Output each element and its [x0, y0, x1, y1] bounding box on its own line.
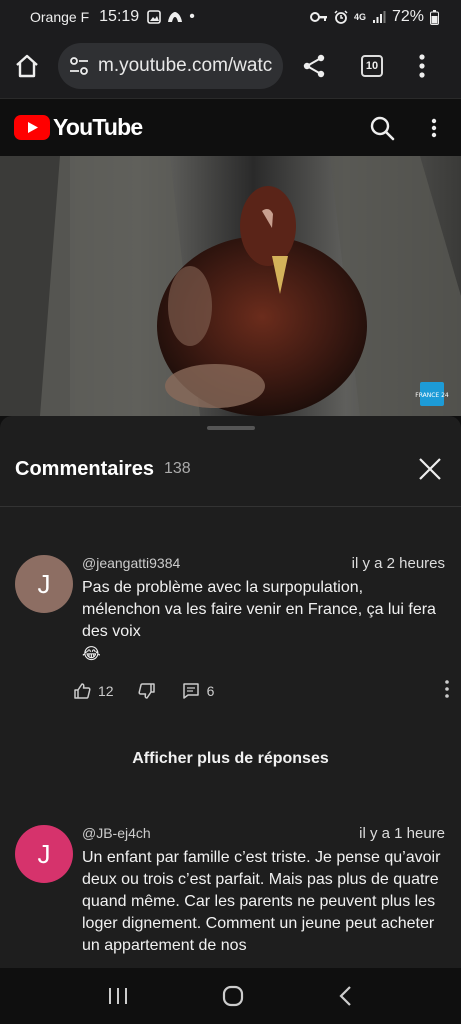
address-bar[interactable]: m.youtube.com/watc [58, 43, 283, 89]
comment-item: J @JB-ej4ch il y a 1 heure Un enfant par… [15, 825, 445, 968]
comment-meta: @jeangatti9384 il y a 2 heures [82, 555, 445, 572]
comment-time: il y a 1 heure [359, 825, 445, 842]
battery-percent: 72% [391, 8, 424, 25]
clock: 15:19 [99, 8, 140, 25]
comment-author[interactable]: @JB-ej4ch [82, 825, 151, 842]
browser-menu-button[interactable] [419, 54, 425, 78]
dislike-button[interactable] [138, 682, 156, 700]
comment-meta: @JB-ej4ch il y a 1 heure [82, 825, 445, 842]
recent-apps-button[interactable] [107, 986, 129, 1006]
dot-icon: • [189, 8, 195, 25]
close-comments-button[interactable] [415, 454, 445, 484]
alarm-icon [334, 10, 348, 24]
system-navigation-bar [0, 968, 461, 1024]
youtube-play-icon [14, 115, 50, 140]
share-icon [303, 54, 325, 78]
key-icon [309, 12, 327, 22]
youtube-logo[interactable]: YouTube [14, 114, 143, 141]
thumbs-up-icon [74, 682, 91, 699]
avatar-letter: J [37, 838, 51, 869]
comment-body: Un enfant par famille c’est triste. Je p… [82, 849, 441, 954]
more-vertical-icon [431, 118, 437, 137]
comments-title: Commentaires [15, 457, 154, 480]
comments-count: 138 [163, 460, 191, 477]
status-bar: Orange F 15:19 • 4G 72% [0, 0, 461, 34]
share-button[interactable] [301, 53, 327, 79]
comment-time: il y a 2 heures [351, 555, 445, 572]
comment-actions: 12 6 [73, 680, 461, 701]
avatar[interactable]: J [15, 555, 73, 613]
back-icon [339, 986, 351, 1006]
reply-button[interactable]: 6 [182, 682, 215, 700]
battery-icon [430, 9, 439, 25]
close-icon [419, 458, 441, 480]
tab-switcher-button[interactable]: 10 [361, 55, 383, 77]
drag-handle[interactable] [207, 426, 255, 430]
home-button[interactable] [14, 53, 40, 79]
more-vertical-icon [445, 680, 449, 698]
system-icons: 4G 72% [309, 8, 439, 26]
video-frame: FRANCE 24 [0, 156, 461, 416]
comment-options-button[interactable] [445, 680, 449, 701]
gallery-icon [147, 10, 161, 24]
reply-count: 6 [206, 682, 215, 699]
youtube-menu-button[interactable] [431, 118, 437, 138]
home-icon [16, 54, 38, 78]
search-button[interactable] [369, 115, 395, 141]
divider [0, 506, 461, 507]
show-more-replies-button[interactable]: Afficher plus de réponses [0, 750, 461, 768]
youtube-wordmark: YouTube [53, 114, 143, 140]
avatar-letter: J [37, 568, 51, 599]
carrier-name: Orange F [30, 9, 90, 25]
like-button[interactable]: 12 [73, 682, 114, 700]
browser-toolbar: m.youtube.com/watc 10 [0, 34, 461, 98]
more-vertical-icon [419, 54, 425, 78]
comment-author[interactable]: @jeangatti9384 [82, 555, 180, 572]
recent-apps-icon [108, 988, 127, 1004]
like-count: 12 [98, 682, 114, 699]
home-nav-button[interactable] [222, 985, 244, 1007]
watermark-text: FRANCE 24 [415, 392, 449, 399]
url-text[interactable]: m.youtube.com/watc [98, 55, 272, 77]
back-button[interactable] [338, 985, 354, 1007]
thumbs-down-icon [138, 682, 155, 699]
tab-count: 10 [361, 55, 383, 77]
network-type: 4G [353, 12, 366, 22]
app-notification-icon [168, 12, 183, 22]
comments-panel: Commentaires 138 J @jeangatti9384 il y a… [0, 416, 461, 968]
video-player[interactable]: FRANCE 24 [0, 156, 461, 416]
home-nav-icon [223, 985, 244, 1007]
search-icon [370, 116, 395, 140]
notification-icons: • [147, 8, 195, 26]
comment-text: Un enfant par famille c’est triste. Je p… [82, 847, 445, 957]
comment-text: Pas de problème avec la surpopulation, m… [82, 577, 445, 666]
comment-icon [182, 682, 199, 699]
site-settings-icon[interactable] [68, 55, 90, 77]
youtube-header: YouTube [0, 98, 461, 156]
comments-header: Commentaires 138 [15, 454, 445, 484]
signal-icon [372, 11, 386, 23]
comment-body: Pas de problème avec la surpopulation, m… [82, 579, 436, 640]
emoji: 😂 [82, 644, 101, 663]
avatar[interactable]: J [15, 825, 73, 883]
